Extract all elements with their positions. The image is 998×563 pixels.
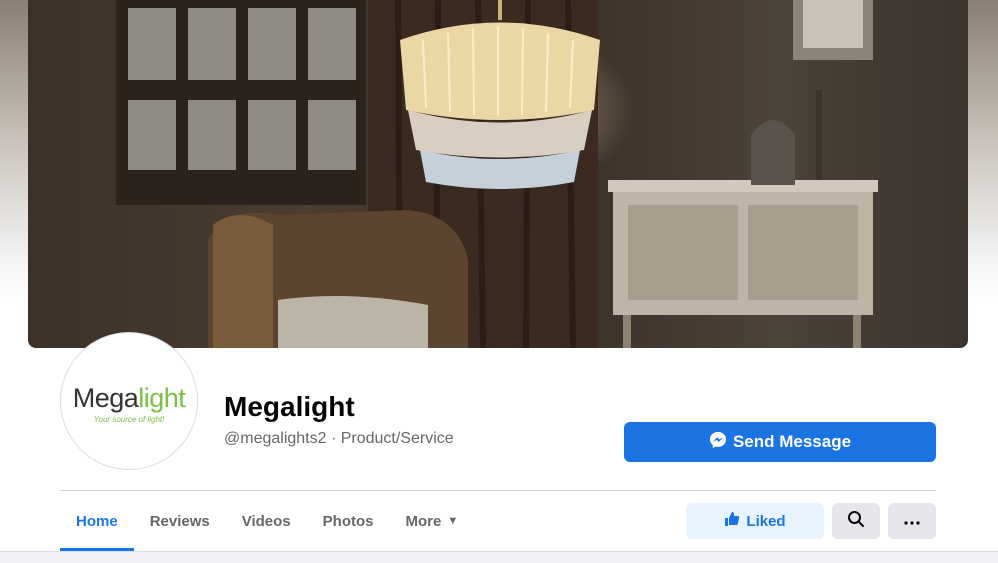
tab-more-label: More: [405, 512, 442, 530]
page-handle-category: @megalights2 · Product/Service: [224, 430, 454, 447]
tab-reviews-label: Reviews: [149, 512, 210, 530]
tab-photos[interactable]: Photos: [307, 491, 390, 551]
tab-reviews[interactable]: Reviews: [134, 491, 226, 551]
logo-wordmark: Megalight: [72, 382, 186, 413]
content-area-edge: [0, 551, 998, 563]
logo-tagline: Your source of light!: [93, 414, 165, 424]
send-message-label: Send Message: [732, 432, 852, 451]
tab-home[interactable]: Home: [60, 491, 134, 551]
send-message-button[interactable]: Send Message: [624, 422, 936, 462]
tab-videos[interactable]: Videos: [226, 491, 307, 551]
profile-avatar[interactable]: Megalight Your source of light!: [61, 333, 197, 469]
tab-videos-label: Videos: [241, 512, 291, 530]
liked-button[interactable]: Liked: [686, 503, 824, 539]
caret-down-icon: ▼: [447, 515, 459, 527]
page-tabs: Home Reviews Videos Photos More ▼: [60, 491, 474, 551]
messenger-icon: [709, 431, 727, 454]
liked-label: Liked: [746, 512, 786, 530]
tab-home-label: Home: [76, 512, 118, 530]
search-icon: [847, 510, 865, 533]
search-button[interactable]: [832, 503, 880, 539]
page-title: Megalight: [224, 391, 355, 422]
ellipsis-icon: [904, 512, 920, 530]
cover-photo[interactable]: [28, 0, 968, 348]
thumbs-up-icon: [724, 511, 740, 531]
more-options-button[interactable]: [888, 503, 936, 539]
cover-illustration: [116, 0, 878, 348]
tab-photos-label: Photos: [322, 512, 374, 530]
tab-more[interactable]: More ▼: [390, 491, 475, 551]
